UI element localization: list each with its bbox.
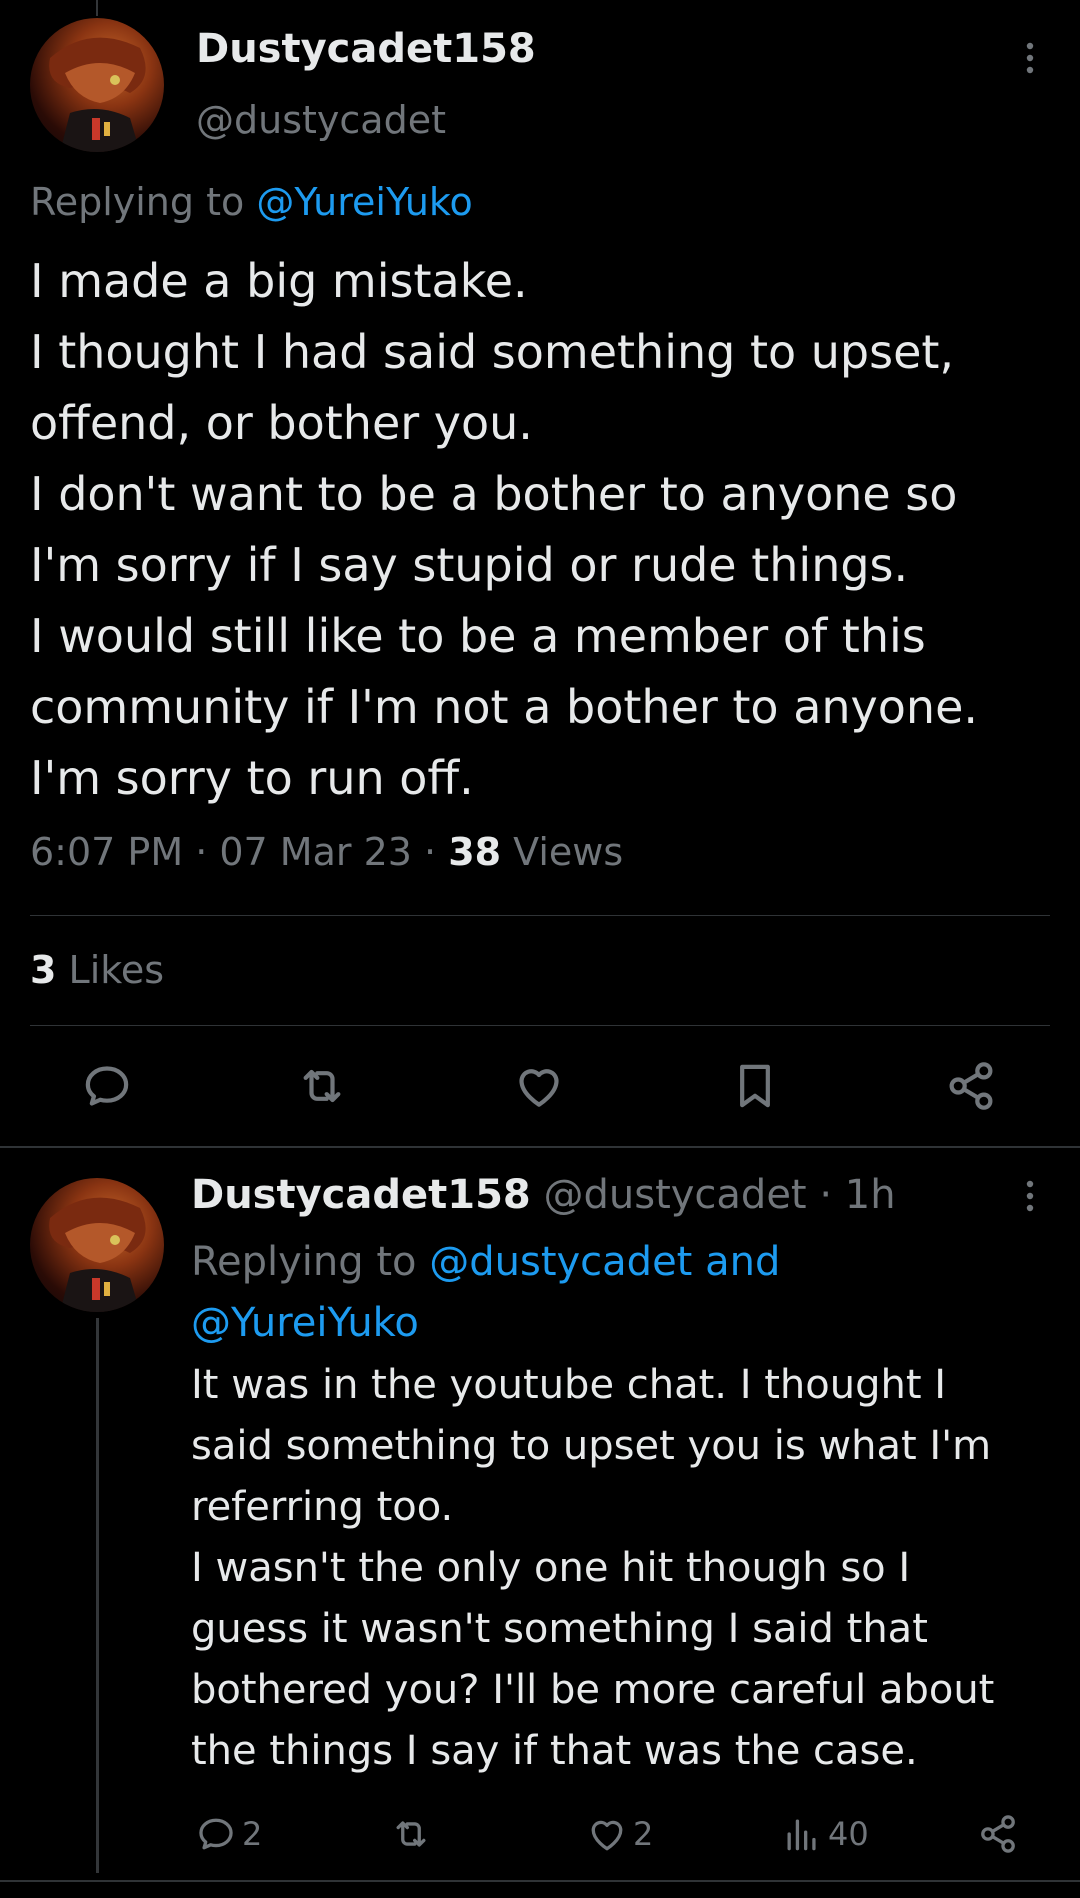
tweet-text-line: I don't want to be a bother to anyone so: [30, 467, 958, 521]
tweet-text-line: I made a big mistake.: [30, 254, 528, 308]
more-options-icon[interactable]: [1010, 38, 1050, 78]
tweet-text-line: I would still like to be a member of thi…: [30, 609, 926, 663]
handle-and-time[interactable]: @dustycadet · 1h: [531, 1172, 895, 1218]
retweet-icon: [396, 1821, 426, 1847]
tweet-text-line: community if I'm not a bother to anyone.: [30, 680, 978, 734]
retweet-button[interactable]: [389, 1806, 437, 1862]
more-options-icon[interactable]: [1010, 1176, 1050, 1216]
reply-text-line: guess it wasn't something I said that: [191, 1606, 928, 1652]
avatar-image: [49, 37, 146, 152]
share-icon[interactable]: [943, 1058, 999, 1114]
replying-to-label: Replying to: [30, 180, 257, 224]
replying-to: Replying to @YureiYuko: [30, 180, 473, 224]
views-button[interactable]: 40: [780, 1806, 869, 1862]
like-icon: [591, 1820, 623, 1851]
tweet-meta: 6:07 PM · 07 Mar 23 · 38 Views: [30, 830, 623, 874]
reply-text-line: It was in the youtube chat. I thought I: [191, 1362, 947, 1408]
avatar[interactable]: [30, 1178, 164, 1312]
tweet-date[interactable]: 07 Mar 23: [219, 830, 412, 874]
tweet-text-line: I thought I had said something to upset,: [30, 325, 955, 379]
reply-icon: [199, 1818, 233, 1850]
replying-to-label: Replying to: [191, 1239, 430, 1285]
views-count: 38: [448, 830, 502, 874]
reply-count: 2: [242, 1815, 263, 1853]
tweet-text: I made a big mistake. I thought I had sa…: [30, 246, 1060, 814]
reply-button[interactable]: 2: [194, 1806, 262, 1862]
tweet-text-line: offend, or bother you.: [30, 396, 533, 450]
divider: [0, 1880, 1080, 1882]
replying-to: Replying to @dustycadet and @YureiYuko: [191, 1232, 780, 1354]
like-count: 2: [633, 1815, 654, 1853]
share-icon: [981, 1815, 1015, 1853]
meta-separator: ·: [411, 830, 449, 874]
reply-text-line: I wasn't the only one hit though so I: [191, 1545, 911, 1591]
meta-separator: ·: [183, 830, 220, 874]
avatar-image: [49, 1197, 146, 1312]
replying-to-link[interactable]: @YureiYuko: [256, 180, 473, 224]
likes-label: Likes: [56, 948, 165, 992]
display-name[interactable]: Dustycadet158: [196, 26, 536, 72]
reply-text-line: said something to upset you is what I'm: [191, 1423, 992, 1469]
reply-text-line: referring too.: [191, 1484, 454, 1530]
divider: [30, 1025, 1050, 1026]
divider: [30, 915, 1050, 916]
retweet-icon[interactable]: [294, 1058, 350, 1114]
views-icon: [787, 1819, 816, 1851]
share-button[interactable]: [976, 1806, 1024, 1862]
bookmark-icon[interactable]: [727, 1058, 783, 1114]
replying-to-link[interactable]: @dustycadet and: [429, 1239, 780, 1285]
like-icon[interactable]: [511, 1058, 567, 1114]
tweet-time[interactable]: 6:07 PM: [30, 830, 183, 874]
reply-text-line: bothered you? I'll be more careful about: [191, 1667, 995, 1713]
reply-header: Dustycadet158 @dustycadet · 1h: [191, 1172, 896, 1218]
display-name[interactable]: Dustycadet158: [191, 1172, 531, 1218]
avatar[interactable]: [30, 18, 164, 152]
user-handle[interactable]: @dustycadet: [196, 98, 446, 142]
like-button[interactable]: 2: [585, 1806, 653, 1862]
reply-text-line: the things I say if that was the case.: [191, 1728, 918, 1774]
main-tweet: Dustycadet158 @dustycadet Replying to @Y…: [0, 0, 1080, 1148]
view-count: 40: [828, 1815, 869, 1853]
tweet-text-line: I'm sorry if I say stupid or rude things…: [30, 538, 909, 592]
tweet-text-line: I'm sorry to run off.: [30, 751, 474, 805]
replying-to-link[interactable]: @YureiYuko: [191, 1300, 419, 1346]
views-label: Views: [501, 830, 624, 874]
reply-action-bar: 2 2 40: [0, 1806, 1080, 1862]
likes-count: 3: [30, 948, 57, 992]
likes-summary[interactable]: 3 Likes: [30, 948, 164, 992]
thread-connector: [96, 1318, 99, 1873]
reply-text: It was in the youtube chat. I thought I …: [191, 1355, 1051, 1782]
reply-icon[interactable]: [79, 1058, 135, 1114]
